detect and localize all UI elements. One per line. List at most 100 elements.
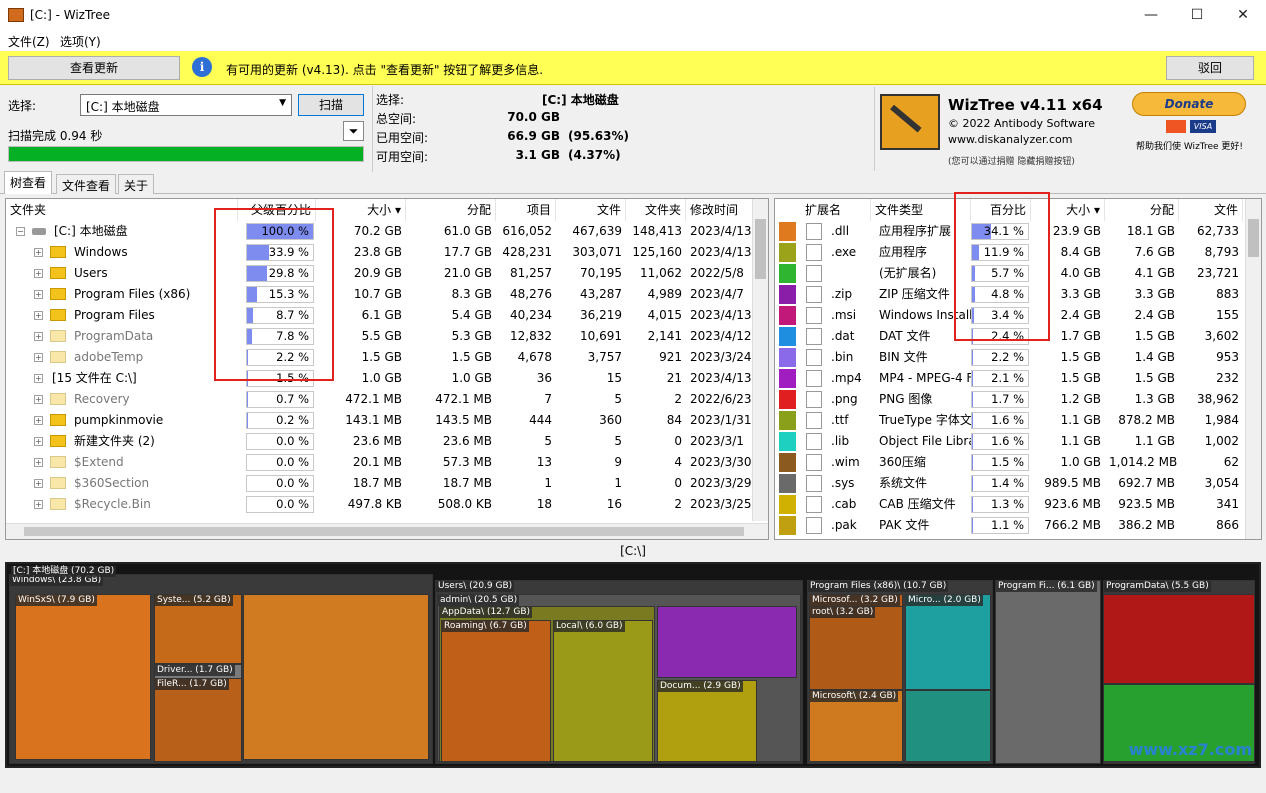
scan-button[interactable]: 扫描 (298, 94, 364, 116)
expand-toggle[interactable]: + (34, 500, 43, 509)
tab-file-view[interactable]: 文件查看 (56, 174, 117, 194)
table-row[interactable]: + pumpkinmovie 0.2 % 143.1 MB 143.5 MB 444 360… (6, 410, 768, 431)
tm-pf[interactable]: Program Fi... (6.1 GB) (995, 580, 1101, 764)
app-icon (8, 8, 24, 22)
col-files[interactable]: 文件 (556, 199, 626, 221)
expand-toggle[interactable]: + (34, 374, 43, 383)
cell-items: 13 (536, 455, 552, 469)
menu-file[interactable]: 文件(Z) (8, 33, 50, 50)
tm-purple[interactable] (657, 606, 797, 678)
tab-about[interactable]: 关于 (118, 174, 155, 194)
expand-toggle[interactable]: + (34, 458, 43, 467)
table-row[interactable]: + Users 29.8 % 20.9 GB 21.0 GB 81,257 70,195 11… (6, 263, 768, 284)
ext-row[interactable]: .png PNG 图像 1.7 % 1.2 GB 1.3 GB 38,962 (775, 389, 1261, 410)
tm-system[interactable]: Syste... (5.2 GB) (154, 594, 242, 664)
ext-row[interactable]: .mp4 MP4 - MPEG-4 F 2.1 % 1.5 GB 1.5 GB 232 (775, 368, 1261, 389)
expand-toggle[interactable]: + (34, 311, 43, 320)
col-alloc[interactable]: 分配 (406, 199, 496, 221)
cell-extension: .png (831, 392, 858, 406)
table-row[interactable]: + ProgramData 7.8 % 5.5 GB 5.3 GB 12,832 10,69… (6, 326, 768, 347)
table-row[interactable]: + Program Files (x86) 15.3 % 10.7 GB 8.3 GB 4… (6, 284, 768, 305)
tab-tree-view[interactable]: 树查看 (4, 171, 53, 194)
cell-ext-files: 1,002 (1204, 434, 1239, 448)
cell-files: 467,639 (572, 224, 622, 238)
tm-filer[interactable]: FileR... (1.7 GB) (154, 678, 242, 762)
col-extension[interactable]: 扩展名 (775, 199, 871, 221)
ext-row[interactable]: .wim 360压缩 1.5 % 1.0 GB 1,014.2 MB 62 (775, 452, 1261, 473)
col-folders[interactable]: 文件夹 (626, 199, 686, 221)
tree-hscrollbar[interactable] (6, 523, 768, 539)
expand-toggle[interactable]: + (34, 416, 43, 425)
tm-teal[interactable] (905, 690, 991, 762)
tm-winsxs[interactable]: WinSxS\ (7.9 GB) (15, 594, 151, 760)
ext-vscrollbar[interactable] (1245, 199, 1261, 539)
table-row[interactable]: + Program Files 8.7 % 6.1 GB 5.4 GB 40,234 36,… (6, 305, 768, 326)
ext-row[interactable]: .cab CAB 压缩文件 1.3 % 923.6 MB 923.5 MB 341 (775, 494, 1261, 515)
tm-microsoft2[interactable]: Microsoft\ (2.4 GB) (809, 690, 903, 762)
expand-toggle[interactable]: + (34, 332, 43, 341)
cell-alloc: 472.1 MB (435, 392, 492, 406)
table-row[interactable]: + 新建文件夹 (2) 0.0 % 23.6 MB 23.6 MB 5 5 0 2023/3/1 (6, 431, 768, 452)
expand-toggle[interactable]: + (34, 269, 43, 278)
expand-toggle[interactable]: + (34, 290, 43, 299)
file-type-icon (806, 391, 822, 408)
table-row[interactable]: + adobeTemp 2.2 % 1.5 GB 1.5 GB 4,678 3,757 921… (6, 347, 768, 368)
folder-name: $Extend (74, 455, 124, 469)
cell-folders: 84 (666, 413, 682, 427)
maximize-button[interactable]: ☐ (1174, 0, 1220, 31)
current-path: [C:\] (620, 544, 646, 558)
tm-win-rest[interactable] (243, 594, 429, 760)
cell-ext-alloc: 1.3 GB (1134, 392, 1175, 406)
drive-select[interactable]: [C:] 本地磁盘 ▼ (80, 94, 292, 116)
minimize-button[interactable]: — (1128, 0, 1174, 31)
tree-vscrollbar[interactable] (752, 199, 768, 521)
ext-row[interactable]: .ttf TrueType 字体文 1.6 % 1.1 GB 878.2 MB 1,984 (775, 410, 1261, 431)
expand-toggle[interactable]: + (34, 437, 43, 446)
table-row[interactable]: + Windows 33.9 % 23.8 GB 17.7 GB 428,231 303,0… (6, 242, 768, 263)
treemap-label: Microsoft\ (2.4 GB) (810, 691, 899, 702)
col-modified[interactable]: 修改时间 (686, 199, 756, 221)
treemap[interactable]: Windows\ (23.8 GB) WinSxS\ (7.9 GB) Syste.… (5, 562, 1261, 768)
color-swatch (779, 453, 796, 472)
col-ext-alloc[interactable]: 分配 (1105, 199, 1179, 221)
cell-size: 20.1 MB (352, 455, 402, 469)
file-type-icon (806, 223, 822, 240)
close-button[interactable]: ✕ (1220, 0, 1266, 31)
table-row[interactable]: − [C:] 本地磁盘 100.0 % 70.2 GB 61.0 GB 616,052 46… (6, 221, 768, 242)
cell-ext-alloc: 7.6 GB (1134, 245, 1175, 259)
col-folder[interactable]: 文件夹 (6, 199, 238, 221)
donate-button[interactable]: Donate (1132, 92, 1246, 116)
percent-value: 1.7 % (991, 392, 1024, 406)
expand-toggle[interactable]: − (16, 227, 25, 236)
treemap-label: root\ (3.2 GB) (810, 607, 876, 618)
tm-micro2[interactable]: Micro... (2.0 GB) (905, 594, 991, 690)
expand-toggle[interactable]: + (34, 248, 43, 257)
check-update-button[interactable]: 查看更新 (8, 56, 180, 80)
ext-row[interactable]: .pak PAK 文件 1.1 % 766.2 MB 386.2 MB 866 (775, 515, 1261, 536)
tm-root[interactable]: root\ (3.2 GB) (809, 606, 903, 690)
ext-row[interactable]: .sys 系统文件 1.4 % 989.5 MB 692.7 MB 3,054 (775, 473, 1261, 494)
cell-ext-files: 8,793 (1204, 245, 1239, 259)
table-row[interactable]: + Recovery 0.7 % 472.1 MB 472.1 MB 7 5 2 2022/6/… (6, 389, 768, 410)
table-row[interactable]: + $Recycle.Bin 0.0 % 497.8 KB 508.0 KB 18 16 2 2… (6, 494, 768, 515)
dismiss-button[interactable]: 驳回 (1166, 56, 1254, 80)
expand-toggle[interactable]: + (34, 353, 43, 362)
filter-icon[interactable]: ⏷ (343, 121, 364, 141)
website-link[interactable]: www.diskanalyzer.com (948, 133, 1073, 146)
cell-ext-size: 1.0 GB (1060, 455, 1101, 469)
col-items[interactable]: 项目 (496, 199, 556, 221)
col-ext-files[interactable]: 文件 (1179, 199, 1243, 221)
tm-docum[interactable]: Docum... (2.9 GB) (657, 680, 757, 762)
tm-pd-red[interactable] (1103, 594, 1255, 684)
expand-toggle[interactable]: + (34, 479, 43, 488)
tm-local[interactable]: Local\ (6.0 GB) (553, 620, 653, 762)
menu-options[interactable]: 选项(Y) (60, 33, 101, 50)
ext-row[interactable]: .bin BIN 文件 2.2 % 1.5 GB 1.4 GB 953 (775, 347, 1261, 368)
expand-toggle[interactable]: + (34, 395, 43, 404)
table-row[interactable]: + $360Section 0.0 % 18.7 MB 18.7 MB 1 1 0 2023/3… (6, 473, 768, 494)
table-row[interactable]: + $Extend 0.0 % 20.1 MB 57.3 MB 13 9 4 2023/3/30 (6, 452, 768, 473)
tm-roaming[interactable]: Roaming\ (6.7 GB) (441, 620, 551, 762)
table-row[interactable]: + [15 文件在 C:\] 1.5 % 1.0 GB 1.0 GB 36 15 21 2023… (6, 368, 768, 389)
percent-fill (972, 392, 973, 407)
ext-row[interactable]: .lib Object File Libra 1.6 % 1.1 GB 1.1 GB 1,… (775, 431, 1261, 452)
